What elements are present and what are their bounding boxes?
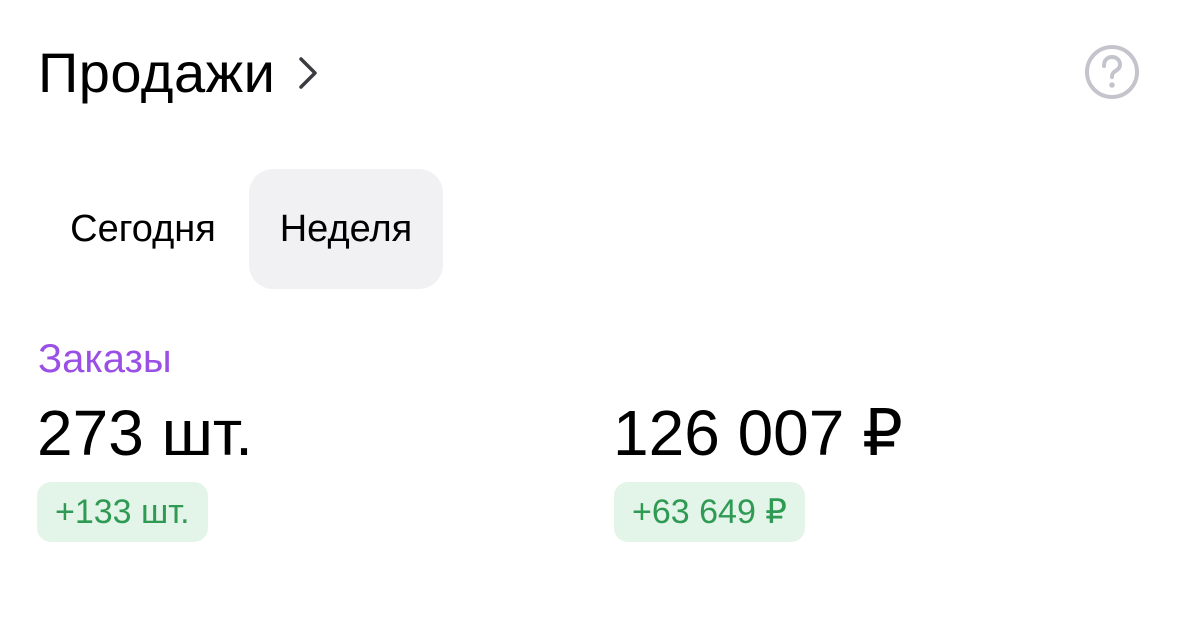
chevron-right-icon xyxy=(297,53,327,93)
orders-label: Заказы xyxy=(38,337,172,381)
sales-header-link[interactable]: Продажи xyxy=(38,38,327,108)
help-button[interactable] xyxy=(1084,44,1140,100)
tab-today[interactable]: Сегодня xyxy=(37,169,249,289)
orders-quantity: 273 шт. xyxy=(37,397,253,469)
orders-amount: 126 007 ₽ xyxy=(613,397,903,469)
page-title: Продажи xyxy=(38,41,276,104)
quantity-delta-badge: +133 шт. xyxy=(37,482,208,542)
question-circle-icon xyxy=(1085,45,1139,99)
amount-delta-badge: +63 649 ₽ xyxy=(614,482,805,542)
tab-week[interactable]: Неделя xyxy=(249,169,443,289)
period-tabs: Сегодня Неделя xyxy=(37,169,443,289)
